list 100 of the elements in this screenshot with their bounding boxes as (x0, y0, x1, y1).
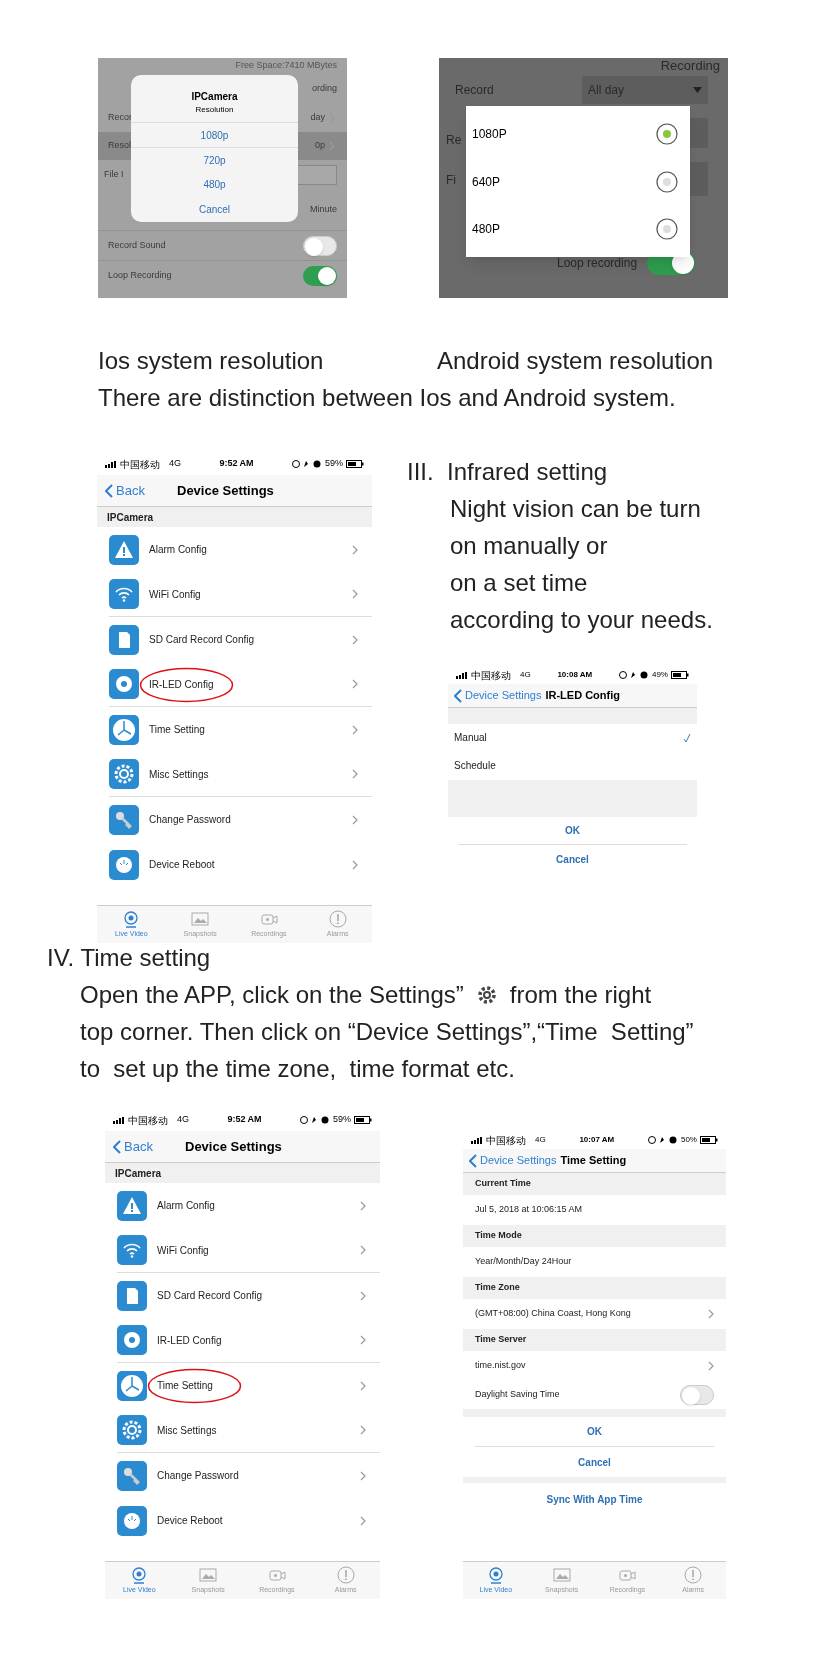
body-text: Open the APP, click on the Settings” (80, 980, 464, 1010)
settings-row[interactable]: Time Setting (109, 707, 372, 752)
option-row[interactable]: Schedule (448, 751, 697, 780)
settings-row[interactable]: Device Reboot (109, 842, 372, 887)
settings-row[interactable]: Alarm Config (117, 1183, 380, 1228)
back-chevron-icon (105, 483, 113, 498)
carrier-text: 中国移动 (471, 668, 511, 683)
field-label: Re (446, 132, 462, 149)
settings-row[interactable]: WiFi Config (117, 1228, 380, 1273)
section-header: Time Mode (475, 1229, 522, 1243)
status-icons-drawing (647, 1136, 678, 1144)
section-heading: IV. Time setting (46, 943, 212, 973)
settings-row[interactable]: Change Password (109, 797, 372, 842)
status-icons-drawing (292, 460, 322, 468)
cancel-button[interactable]: Cancel (463, 1447, 726, 1477)
settings-row[interactable]: WiFi Config (109, 572, 372, 617)
settings-row[interactable]: Alarm Config (109, 527, 372, 572)
radio-button[interactable] (656, 170, 678, 193)
toggle-label: Daylight Saving Time (475, 1388, 560, 1402)
back-button[interactable]: Back (113, 1136, 153, 1157)
option-button[interactable]: 720p (131, 147, 298, 172)
network-text: 4G (535, 1134, 546, 1146)
light-icon (117, 1325, 147, 1355)
settings-row[interactable]: IR-LED Config (117, 1318, 380, 1363)
toggle-label: Loop Recording (108, 268, 172, 282)
settings-icon (117, 1415, 147, 1445)
settings-row[interactable]: time.nist.gov (463, 1351, 726, 1381)
body-text: according to your needs. (449, 605, 713, 635)
row-value: 0p (315, 139, 325, 153)
ok-button[interactable]: OK (475, 1417, 714, 1447)
option-label: 640P (472, 173, 501, 191)
back-button[interactable]: Device Settings (454, 687, 542, 704)
settings-row[interactable]: SD Card Record Config (109, 617, 372, 662)
chevron-icon (360, 1200, 366, 1211)
row-value: day (310, 111, 325, 125)
back-button[interactable]: Back (105, 480, 145, 501)
clock-text: 9:52 AM (219, 457, 254, 471)
radio-button[interactable] (656, 122, 678, 145)
network-text: 4G (177, 1113, 189, 1127)
settings-row[interactable]: Time Setting (117, 1363, 380, 1408)
option-label: 480P (472, 221, 501, 239)
radio-button[interactable] (656, 218, 678, 241)
alert-icon (684, 1565, 703, 1584)
ok-button[interactable]: OK (458, 817, 687, 846)
settings-icon (109, 759, 139, 789)
section-header: IPCamera (107, 510, 154, 525)
settings-row[interactable]: Change Password (117, 1453, 380, 1498)
toggle-switch[interactable] (303, 235, 337, 256)
free-space-text: Free Space:7410 MBytes (235, 59, 337, 73)
carrier-text: 中国移动 (120, 457, 160, 472)
settings-row[interactable]: Misc Settings (117, 1408, 380, 1453)
battery-icon (354, 1116, 372, 1124)
light-icon (109, 669, 139, 699)
alert-icon (336, 1565, 355, 1584)
option-button[interactable]: 480p (131, 172, 298, 197)
image-icon (199, 1565, 218, 1584)
battery-icon (671, 671, 689, 679)
sync-button[interactable]: Sync With App Time (463, 1483, 726, 1515)
settings-row[interactable]: (GMT+08:00) China Coast, Hong Kong (463, 1299, 726, 1329)
settings-row[interactable]: Year/Month/Day 24Hour (463, 1247, 726, 1277)
network-text: 4G (520, 669, 531, 681)
signal-icon (105, 460, 117, 468)
back-button[interactable]: Device Settings (469, 1152, 557, 1169)
field-label: Fi (446, 172, 456, 189)
webcam-icon (122, 909, 141, 928)
dialog-title: IPCamera (191, 90, 238, 104)
key-icon (117, 1460, 147, 1491)
settings-row[interactable]: SD Card Record Config (117, 1273, 380, 1318)
chevron-icon (352, 634, 358, 645)
screen-title: Device Settings (177, 481, 274, 500)
toggle-switch[interactable] (680, 1385, 714, 1405)
settings-row[interactable]: IR-LED Config (109, 662, 372, 707)
screen-title: Time Setting (560, 1153, 627, 1169)
battery-icon (346, 460, 364, 468)
chevron-icon (360, 1245, 366, 1255)
option-button[interactable]: 1080p (131, 122, 298, 147)
toggle-switch[interactable] (303, 265, 337, 286)
clock-text: 10:07 AM (579, 1134, 615, 1146)
battery-icon (700, 1136, 718, 1144)
settings-row[interactable]: Misc Settings (109, 752, 372, 797)
clock-icon (117, 1370, 147, 1401)
chevron-icon (360, 1425, 366, 1435)
battery-text: 50% (680, 1134, 697, 1146)
option-row[interactable]: Manual (448, 723, 697, 752)
body-text: top corner. Then click on “Device Settings”,“Time Setting” (79, 1017, 695, 1047)
chevron-icon (360, 1335, 366, 1345)
field-label: File I (104, 168, 124, 182)
cancel-button[interactable]: Cancel (131, 197, 298, 222)
clock-text: 10:08 AM (557, 669, 593, 681)
cancel-button[interactable]: Cancel (448, 845, 697, 873)
body-text: from the right (509, 980, 652, 1010)
field-label: Record (455, 82, 494, 98)
option-label: 1080P (472, 125, 507, 143)
back-chevron-icon (454, 688, 462, 703)
status-icons-drawing (618, 671, 649, 679)
carrier-text: 中国移动 (486, 1133, 526, 1148)
caption-text: There are distinction between Ios and Android system. (98, 383, 677, 413)
header-text: Recording (660, 58, 720, 74)
settings-row[interactable]: Device Reboot (117, 1498, 380, 1543)
settings-row[interactable]: Jul 5, 2018 at 10:06:15 AM (463, 1195, 726, 1225)
